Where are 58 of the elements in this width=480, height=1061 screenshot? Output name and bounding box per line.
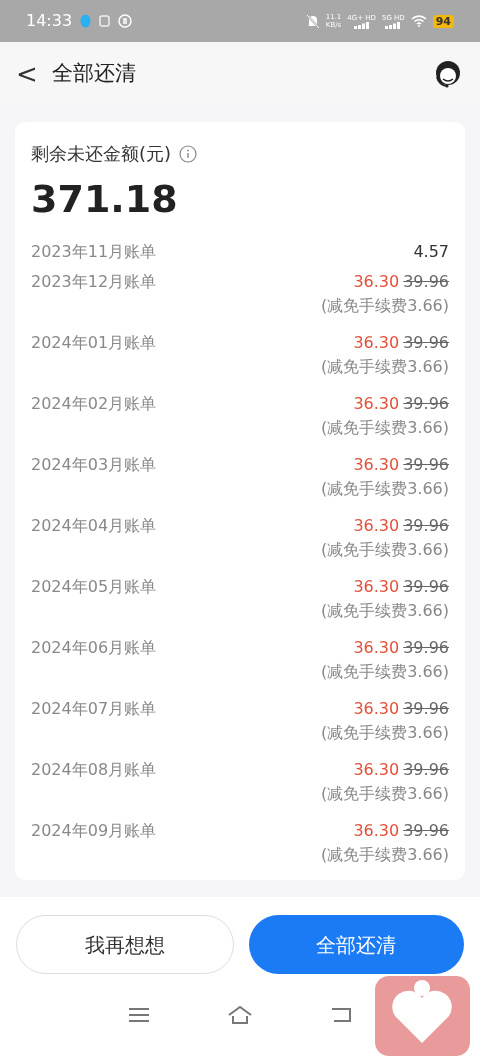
statement-label: 2024年04月账单 xyxy=(31,515,157,537)
fee-waiver-note: (减免手续费3.66) xyxy=(320,661,449,683)
original-amount: 39.96 xyxy=(403,637,449,659)
statement-label: 2024年07月账单 xyxy=(31,698,157,720)
fee-waiver-note: (减免手续费3.66) xyxy=(320,722,449,744)
page-title: 全部还清 xyxy=(52,59,136,87)
fee-waiver-note: (减免手续费3.66) xyxy=(320,600,449,622)
original-amount: 39.96 xyxy=(403,698,449,720)
statement-label: 2023年11月账单 xyxy=(31,240,157,263)
original-amount: 39.96 xyxy=(403,271,449,293)
signal-icon xyxy=(385,21,402,29)
discounted-amount: 36.30 xyxy=(353,759,400,781)
statement-label: 2024年08月账单 xyxy=(31,759,157,781)
original-amount: 39.96 xyxy=(403,454,449,476)
remaining-amount-label: 剩余未还金额(元) xyxy=(31,142,172,166)
statement-label: 2024年05月账单 xyxy=(31,576,157,598)
back-nav-icon[interactable] xyxy=(329,1005,352,1024)
statement-label: 2023年12月账单 xyxy=(31,271,157,293)
home-icon[interactable] xyxy=(227,1004,253,1025)
fee-waiver-note: (减免手续费3.66) xyxy=(320,844,449,866)
discounted-amount: 36.30 xyxy=(353,576,400,598)
discounted-amount: 36.30 xyxy=(353,820,400,842)
original-amount: 39.96 xyxy=(403,515,449,537)
discounted-amount: 36.30 xyxy=(353,393,400,415)
back-button[interactable]: < xyxy=(16,60,36,87)
discounted-amount: 36.30 xyxy=(353,332,400,354)
fee-waiver-note: (减免手续费3.66) xyxy=(320,295,449,317)
original-amount: 39.96 xyxy=(403,759,449,781)
fee-waiver-note: (减免手续费3.66) xyxy=(320,417,449,439)
original-amount: 39.96 xyxy=(403,393,449,415)
reconsider-button[interactable]: 我再想想 xyxy=(16,915,234,974)
statement-label: 2024年02月账单 xyxy=(31,393,157,415)
original-amount: 39.96 xyxy=(403,820,449,842)
statement-label: 2024年06月账单 xyxy=(31,637,157,659)
statement-label: 2024年03月账单 xyxy=(31,454,157,476)
repay-all-button[interactable]: 全部还清 xyxy=(248,915,464,974)
discounted-amount: 36.30 xyxy=(353,698,400,720)
discounted-amount: 36.30 xyxy=(353,454,400,476)
info-icon[interactable] xyxy=(179,144,198,163)
original-amount: 39.96 xyxy=(403,576,449,598)
remaining-amount: 371.18 xyxy=(31,176,179,223)
original-amount: 39.96 xyxy=(403,332,449,354)
battery-indicator: 94 xyxy=(432,14,454,28)
statement-label: 2024年09月账单 xyxy=(31,820,157,842)
status-time: 14:33 xyxy=(26,10,73,32)
discounted-amount: 36.30 xyxy=(353,515,400,537)
wifi-icon xyxy=(410,15,427,27)
menu-icon[interactable] xyxy=(128,1006,151,1023)
fee-waiver-note: (减免手续费3.66) xyxy=(320,356,449,378)
discounted-amount: 36.30 xyxy=(353,271,400,293)
fee-waiver-note: (减免手续费3.66) xyxy=(320,539,449,561)
bell-off-icon xyxy=(305,13,320,29)
discounted-amount: 36.30 xyxy=(353,637,400,659)
signal-icon xyxy=(353,21,370,29)
fee-waiver-note: (减免手续费3.66) xyxy=(320,783,449,805)
statement-label: 2024年01月账单 xyxy=(31,332,157,354)
fee-waiver-note: (减免手续费3.66) xyxy=(320,478,449,500)
statement-amount: 4.57 xyxy=(413,240,449,263)
